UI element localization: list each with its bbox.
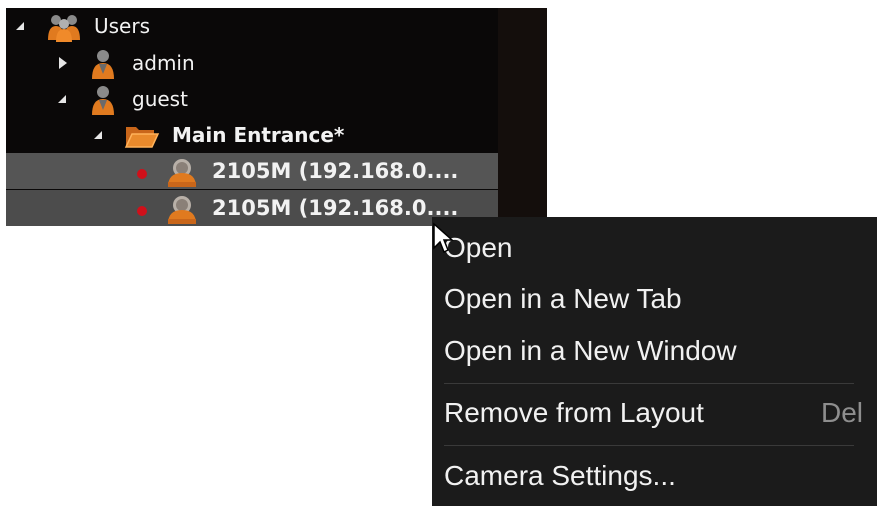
camera-icon <box>166 156 198 192</box>
menu-item-label: Camera Settings... <box>444 460 676 491</box>
expanded-arrow-icon[interactable] <box>92 117 106 153</box>
menu-separator <box>444 383 854 384</box>
menu-item-open-new-tab[interactable]: Open in a New Tab <box>432 273 877 325</box>
user-icon <box>90 48 116 84</box>
status-offline-icon <box>136 165 148 184</box>
tree-item-label: admin <box>132 51 195 75</box>
menu-item-open[interactable]: Open <box>432 222 877 274</box>
tree-item-label: guest <box>132 87 188 111</box>
tree-item-guest[interactable]: guest <box>6 81 498 117</box>
menu-item-open-new-window[interactable]: Open in a New Window <box>432 325 877 377</box>
menu-item-remove-from-layout[interactable]: Remove from Layout Del <box>432 387 877 439</box>
status-offline-icon <box>136 202 148 221</box>
tree-item-users[interactable]: Users <box>6 8 498 44</box>
menu-item-camera-settings[interactable]: Camera Settings... <box>432 450 877 502</box>
tree-item-label: 2105M (192.168.0.... <box>212 159 459 183</box>
menu-item-label: Open in a New Window <box>444 335 737 366</box>
camera-icon <box>166 193 198 229</box>
tree-item-label: Main Entrance* <box>172 123 345 147</box>
tree-scroll-area <box>498 8 547 226</box>
menu-item-label: Open in a New Tab <box>444 283 682 314</box>
collapsed-arrow-icon[interactable] <box>56 45 70 81</box>
tree-item-admin[interactable]: admin <box>6 45 498 81</box>
resource-tree: Users admin guest Main Entrance* 2105M (… <box>6 8 547 226</box>
tree-item-camera[interactable]: 2105M (192.168.0.... <box>6 153 498 189</box>
folder-open-icon <box>124 123 160 153</box>
tree-item-label: Users <box>94 14 151 38</box>
menu-item-label: Open <box>444 232 513 263</box>
user-icon <box>90 84 116 120</box>
expanded-arrow-icon[interactable] <box>56 81 70 117</box>
users-group-icon <box>44 12 84 46</box>
expanded-arrow-icon[interactable] <box>12 8 26 44</box>
mouse-pointer-icon <box>432 222 454 258</box>
tree-item-layout-main-entrance[interactable]: Main Entrance* <box>6 117 498 153</box>
menu-item-shortcut: Del <box>821 397 864 428</box>
tree-item-label: 2105M (192.168.0.... <box>212 196 459 220</box>
menu-item-label: Remove from Layout <box>444 397 704 428</box>
menu-separator <box>444 445 854 446</box>
tree-item-camera[interactable]: 2105M (192.168.0.... <box>6 190 498 226</box>
context-menu: Open Open in a New Tab Open in a New Win… <box>432 217 877 506</box>
